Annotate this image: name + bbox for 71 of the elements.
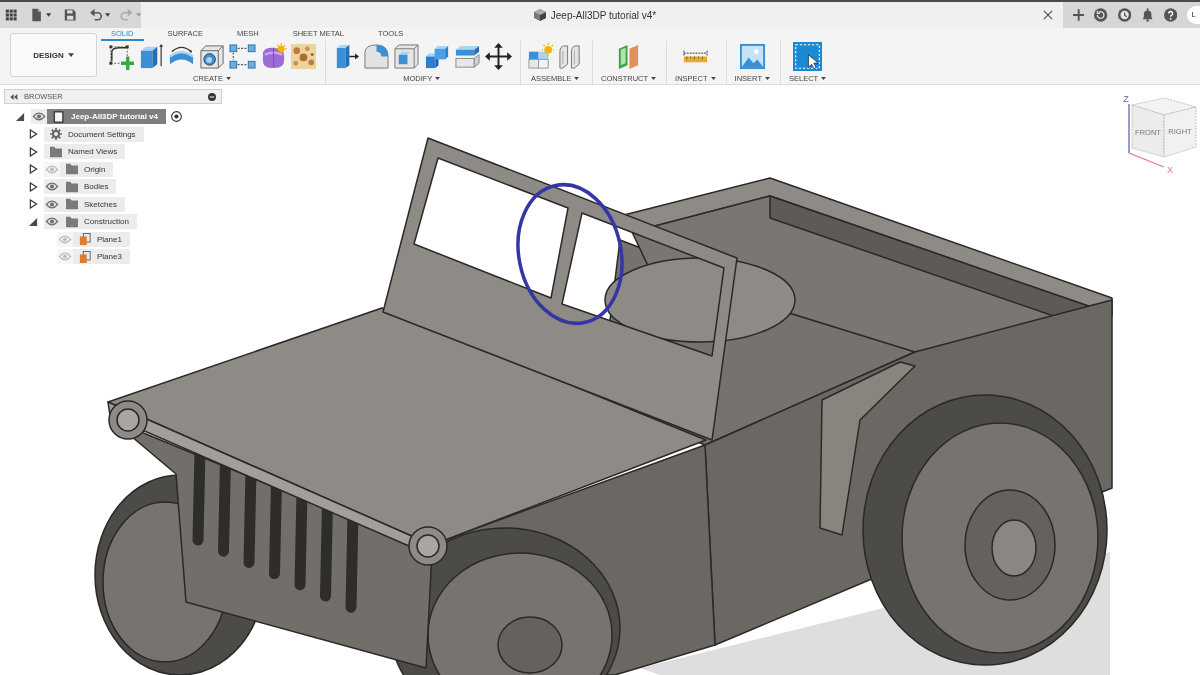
z-axis-line [1128,103,1130,154]
image-icon[interactable] [738,42,766,70]
folder-icon [66,215,78,228]
triangle-icon[interactable] [16,111,25,122]
triangle-icon[interactable] [29,164,38,175]
tree-item[interactable]: Construction [60,214,137,230]
rounded-corner-icon[interactable] [362,42,390,70]
tree-item[interactable]: Plane3 [73,249,130,265]
tree-item[interactable]: Sketches [60,196,125,212]
plane-icon [79,233,91,246]
radio-target-icon[interactable] [171,111,182,123]
tree-item[interactable]: Plane1 [73,231,130,247]
sketch-icon[interactable] [107,42,134,70]
select-cursor-icon[interactable] [792,41,824,71]
tree-item[interactable]: Bodies [60,179,117,195]
cube-icon [533,9,546,21]
caret-icon[interactable] [104,13,111,17]
close-icon[interactable] [1043,10,1053,20]
gear-icon [50,128,62,141]
circle-minus-icon[interactable] [208,92,216,101]
caret-icon [67,53,74,57]
grid-menu-icon[interactable] [5,8,18,22]
workspace-button[interactable]: DESIGN [10,33,97,77]
move-arrows-icon[interactable] [484,42,512,70]
undo-icon[interactable] [89,8,102,22]
folder-icon [50,145,62,158]
axis-label: Z [1123,94,1129,104]
caret-icon [435,77,441,80]
triangle-icon[interactable] [29,129,38,140]
bell-icon[interactable] [1140,8,1155,22]
eye-icon[interactable] [44,179,60,195]
tree-item[interactable]: Jeep-All3DP tutorial v4 [47,109,166,125]
caret-icon[interactable] [45,13,52,17]
user-avatar[interactable]: L [1187,6,1200,24]
eye-icon[interactable] [31,109,47,125]
document-icon [53,110,65,123]
plus-icon[interactable] [1073,9,1085,21]
tree-item[interactable]: Named Views [44,144,126,160]
eye-icon[interactable] [44,214,60,230]
caret-icon [821,77,827,80]
caret-icon [225,77,231,80]
caret-icon [765,77,770,80]
save-icon[interactable] [64,8,77,22]
caret-icon [651,77,657,80]
triangle-icon[interactable] [29,181,38,192]
hole-cube-icon[interactable] [198,42,226,70]
file-icon[interactable] [30,8,43,22]
headlight [108,400,148,440]
tree-item[interactable]: Document Settings [44,126,144,142]
eye-icon[interactable] [44,196,60,212]
dotted-rectangle-icon[interactable] [229,42,256,70]
history-icon[interactable] [1094,8,1108,22]
folder-icon [66,180,78,193]
x-axis-line [1128,152,1165,168]
clock-icon[interactable] [1117,8,1131,22]
tree-item[interactable]: Origin [60,161,114,177]
caret-icon [574,77,580,80]
plane-icon [79,250,91,263]
triangle-icon[interactable] [29,146,38,157]
axis-label: X [1167,165,1173,175]
caret-icon [710,77,716,80]
shell-cube-icon[interactable] [393,42,420,70]
triangle-icon[interactable] [29,216,38,227]
texture-icon[interactable] [290,42,317,70]
triangle-icon[interactable] [29,199,38,210]
folder-icon [66,163,78,176]
folder-icon [66,198,78,211]
component-sparkle-icon[interactable] [526,42,554,70]
collapse-arrows-icon[interactable] [10,93,18,100]
document-title: Jeep-All3DP tutorial v4* [550,9,657,21]
help-icon[interactable] [1164,8,1178,22]
